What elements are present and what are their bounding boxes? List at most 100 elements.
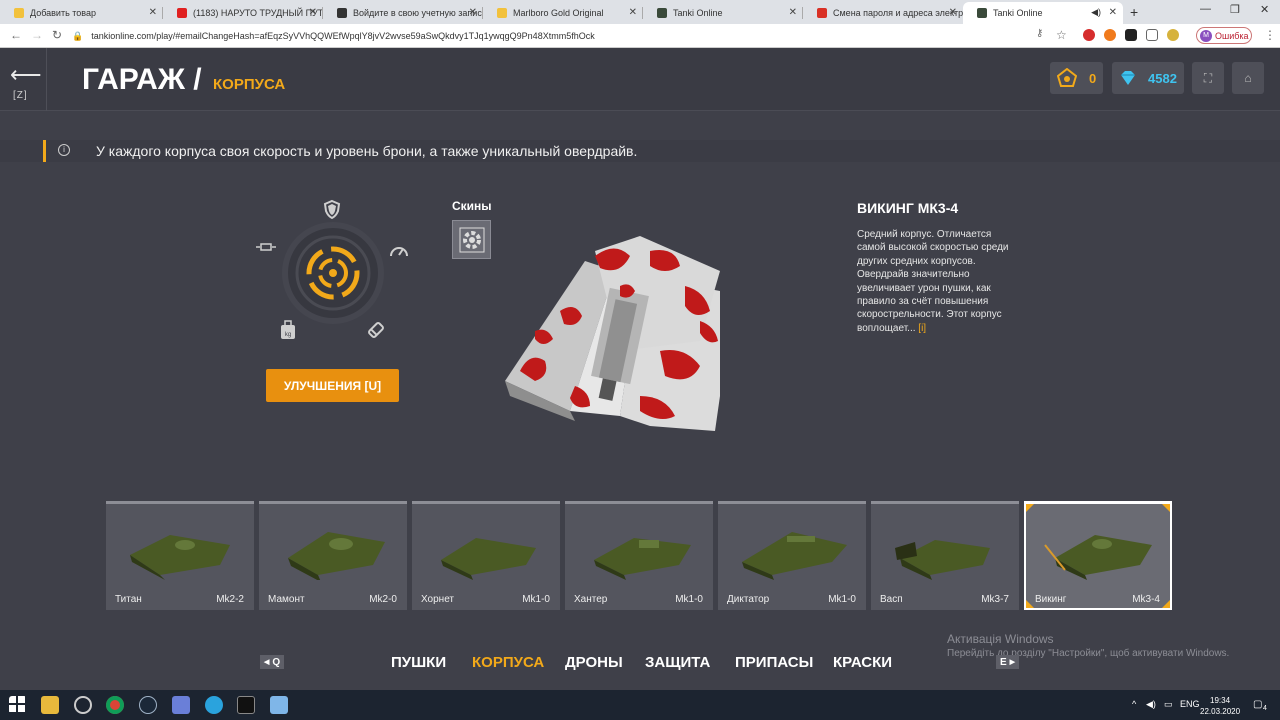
- notification-center-icon[interactable]: ▢: [1253, 699, 1262, 710]
- hull-card-titan[interactable]: Титан Mk2-2: [106, 501, 254, 610]
- address-bar: ← → ↻ 🔒 tankionline.com/play/#emailChang…: [0, 24, 1280, 48]
- forward-arrow-icon[interactable]: →: [31, 28, 43, 42]
- extension-icon[interactable]: [1167, 29, 1179, 41]
- tab-supplies[interactable]: ПРИПАСЫ: [735, 654, 813, 671]
- hull-card-mammoth[interactable]: Мамонт Mk2-0: [259, 501, 407, 610]
- windows-start-icon[interactable]: [9, 696, 27, 714]
- hull-thumbnail: [895, 540, 990, 580]
- hull-card-hornet[interactable]: Хорнет Mk1-0: [412, 501, 560, 610]
- steam-icon[interactable]: [139, 696, 157, 714]
- close-tab-icon[interactable]: ✕: [949, 7, 957, 18]
- opera-icon[interactable]: [1083, 29, 1095, 41]
- hull-card-dictator[interactable]: Диктатор Mk1-0: [718, 501, 866, 610]
- browser-tab[interactable]: Смена пароля и адреса электр ✕: [803, 2, 963, 24]
- epic-games-icon[interactable]: [237, 696, 255, 714]
- garage-header: ⟵ [Z] ГАРАЖ / КОРПУСА 0 4582 ⛶ ⌂: [0, 48, 1280, 111]
- hull-card-name: Васп: [880, 594, 903, 605]
- hull-stats-wheel: kg: [255, 195, 415, 355]
- hull-card-level: Mk1-0: [675, 594, 703, 605]
- windows-taskbar: ^ ◀) ▭ ENG 19:34 22.03.2020 ▢ 4: [0, 690, 1280, 720]
- hull-card-viking[interactable]: Викинг Mk3-4: [1024, 501, 1172, 610]
- new-tab-button[interactable]: +: [1130, 4, 1138, 20]
- youtube-icon: [177, 8, 187, 18]
- info-icon: i: [58, 144, 70, 156]
- file-explorer-icon[interactable]: [41, 696, 59, 714]
- key-icon[interactable]: ⚷: [1036, 28, 1043, 39]
- gear-icon: [459, 227, 484, 252]
- menu-dots-icon[interactable]: ⋮: [1264, 28, 1276, 42]
- tab-hulls[interactable]: КОРПУСА: [472, 654, 544, 671]
- hull-card-hunter[interactable]: Хантер Mk1-0: [565, 501, 713, 610]
- clock-time: 19:34: [1210, 696, 1231, 705]
- telegram-icon[interactable]: [205, 696, 223, 714]
- svg-text:kg: kg: [285, 332, 291, 338]
- app-icon[interactable]: [74, 696, 92, 714]
- browser-tab[interactable]: (1183) НАРУТО ТРУДНЫЙ ПУТЬ ✕: [163, 2, 323, 24]
- next-category-button[interactable]: E ▶: [996, 655, 1020, 669]
- hull-thumbnail: [742, 532, 847, 580]
- upgrades-button[interactable]: УЛУЧШЕНИЯ [U]: [266, 369, 399, 402]
- tab-drones[interactable]: ДРОНЫ: [565, 654, 623, 671]
- tanki-icon: [977, 8, 987, 18]
- tab-title: Tanki Online: [993, 8, 1043, 18]
- profile-error-button[interactable]: M Ошибка: [1196, 27, 1252, 44]
- close-tab-icon[interactable]: ✕: [469, 7, 477, 18]
- maximize-icon[interactable]: ❐: [1230, 3, 1240, 16]
- close-window-icon[interactable]: ✕: [1260, 3, 1269, 16]
- next-key-label: E: [1000, 656, 1007, 668]
- hull-thumbnail: [594, 538, 691, 580]
- prev-category-button[interactable]: ◀ Q: [260, 655, 285, 669]
- more-info-link[interactable]: [i]: [918, 323, 926, 334]
- avatar: M: [1200, 29, 1212, 42]
- tab-title: Смена пароля и адреса электр: [833, 8, 963, 18]
- back-arrow-icon[interactable]: ←: [10, 28, 22, 42]
- chrome-icon[interactable]: [106, 696, 124, 714]
- close-tab-icon[interactable]: ✕: [149, 7, 157, 18]
- tray-chevron-icon[interactable]: ^: [1132, 699, 1136, 709]
- tab-protection[interactable]: ЗАЩИТА: [645, 654, 710, 671]
- volume-icon[interactable]: ◀): [1146, 699, 1156, 710]
- fullscreen-icon[interactable]: ⛶: [1192, 62, 1224, 94]
- extension-icon[interactable]: [1104, 29, 1116, 41]
- browser-tab[interactable]: Marlboro Gold Original ✕: [483, 2, 643, 24]
- extension-icon[interactable]: [1146, 29, 1158, 41]
- browser-tab[interactable]: Добавить товар ✕: [0, 2, 163, 24]
- lock-icon: 🔒: [72, 30, 84, 41]
- hull-card-name: Викинг: [1035, 594, 1067, 605]
- close-tab-icon[interactable]: ✕: [629, 7, 637, 18]
- skin-slot[interactable]: [452, 220, 491, 259]
- minimize-icon[interactable]: —: [1200, 3, 1211, 15]
- network-icon[interactable]: ▭: [1164, 699, 1173, 710]
- exit-game-icon[interactable]: ⌂: [1232, 62, 1264, 94]
- stars-counter: 0: [1050, 62, 1103, 94]
- browser-tab[interactable]: Tanki Online ✕: [643, 2, 803, 24]
- bookmark-star-icon[interactable]: ☆: [1056, 28, 1067, 42]
- tab-turrets[interactable]: ПУШКИ: [391, 654, 446, 671]
- reload-icon[interactable]: ↻: [52, 28, 62, 42]
- crystal-icon: [1121, 71, 1135, 85]
- tab-paints[interactable]: КРАСКИ: [833, 654, 892, 671]
- hull-card-wasp[interactable]: Васп Mk3-7: [871, 501, 1019, 610]
- speaker-icon[interactable]: ◀): [1091, 7, 1101, 18]
- hull-card-level: Mk1-0: [828, 594, 856, 605]
- caret-left-icon: ◀: [264, 659, 270, 666]
- turn-speed-icon: [256, 243, 276, 251]
- close-tab-icon[interactable]: ✕: [1109, 7, 1117, 18]
- page-subtitle: КОРПУСА: [213, 76, 286, 93]
- browser-tab[interactable]: Войдите в свою учетную запись ✕: [323, 2, 483, 24]
- discord-icon[interactable]: [172, 696, 190, 714]
- url-field[interactable]: 🔒 tankionline.com/play/#emailChangeHash=…: [72, 27, 1032, 45]
- tab-favicon-icon: [337, 8, 347, 18]
- back-arrow-icon[interactable]: ⟵: [10, 62, 42, 88]
- extension-icon[interactable]: [1125, 29, 1137, 41]
- taskbar-clock[interactable]: 19:34 22.03.2020: [1200, 695, 1240, 717]
- windows-activation-title: Активація Windows: [947, 632, 1054, 646]
- close-tab-icon[interactable]: ✕: [789, 7, 797, 18]
- hull-card-name: Хантер: [574, 594, 608, 605]
- notepad-icon[interactable]: [270, 696, 288, 714]
- hull-card-name: Титан: [115, 594, 142, 605]
- language-indicator[interactable]: ENG: [1180, 699, 1200, 709]
- stars-value: 0: [1089, 70, 1097, 86]
- close-tab-icon[interactable]: ✕: [309, 7, 317, 18]
- browser-tab-active[interactable]: Tanki Online ◀) ✕: [963, 2, 1123, 24]
